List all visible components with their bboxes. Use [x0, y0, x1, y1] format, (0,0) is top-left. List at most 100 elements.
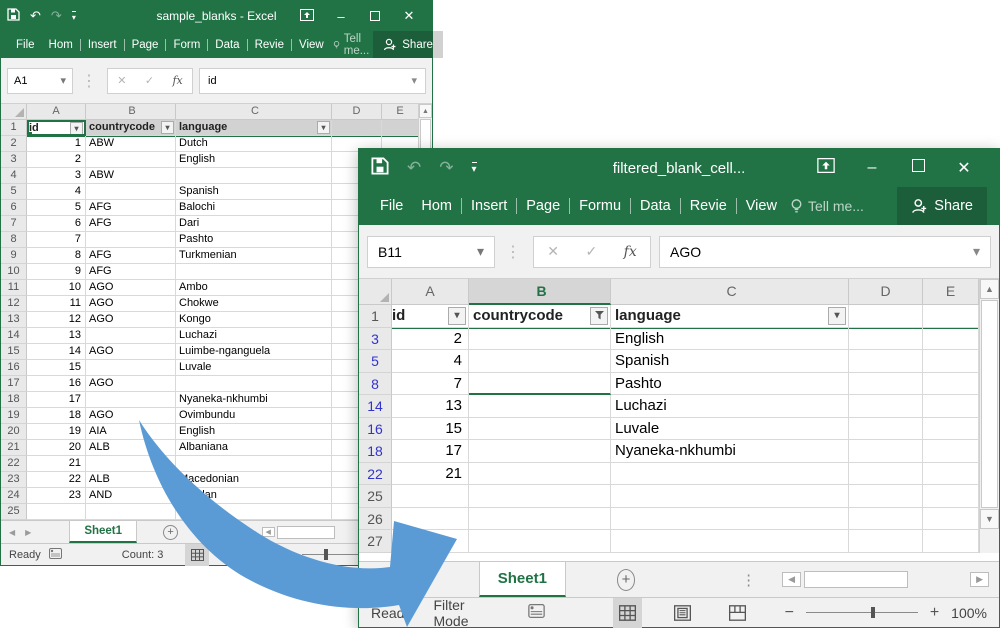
cell-a1[interactable]: id ▾ [392, 305, 469, 328]
minimize-button[interactable]: – [324, 9, 358, 24]
column-header-c[interactable]: C [176, 104, 332, 120]
filter-dropdown-icon[interactable]: ▾ [317, 121, 330, 134]
row-header[interactable]: 10 [1, 264, 27, 280]
cell[interactable] [86, 232, 176, 248]
formula-bar-expand-icon[interactable]: ▾ [411, 74, 417, 87]
cell[interactable] [923, 350, 979, 373]
cell[interactable] [611, 463, 849, 486]
cell[interactable]: Luvale [611, 418, 849, 441]
qat-customize-icon[interactable]: ▾ [72, 11, 76, 22]
row-header[interactable]: 3 [359, 328, 392, 351]
zoom-slider-handle[interactable] [871, 607, 875, 618]
cell[interactable]: Luvale [176, 360, 332, 376]
cell[interactable]: 10 [27, 280, 86, 296]
cell[interactable]: 21 [27, 456, 86, 472]
column-header-d[interactable]: D [332, 104, 382, 120]
select-all-corner[interactable] [359, 279, 392, 305]
column-header-d[interactable]: D [849, 279, 923, 305]
ribbon-tab-formu[interactable]: Formu [570, 198, 631, 214]
sheet-nav-left-icon[interactable]: ◀ [369, 574, 377, 585]
cell[interactable]: 7 [392, 373, 469, 396]
maximize-button[interactable] [358, 9, 392, 24]
cell[interactable] [923, 395, 979, 418]
cell[interactable] [923, 508, 979, 531]
ribbon-tab-revie[interactable]: Revie [248, 39, 292, 51]
share-button[interactable]: Share [897, 187, 987, 225]
formula-input[interactable]: AGO ▾ [659, 236, 991, 268]
cell[interactable]: 15 [27, 360, 86, 376]
row-header[interactable]: 3 [1, 152, 27, 168]
cell[interactable]: AGO [86, 280, 176, 296]
cell-d1[interactable] [332, 120, 382, 136]
cell[interactable]: 2 [392, 328, 469, 351]
cell-e1[interactable] [923, 305, 979, 328]
insert-function-icon[interactable]: fx [624, 244, 637, 260]
row-header[interactable]: 22 [359, 463, 392, 486]
cell[interactable]: 3 [27, 168, 86, 184]
cell[interactable] [923, 463, 979, 486]
zoom-slider[interactable] [302, 554, 358, 555]
zoom-slider[interactable] [806, 612, 918, 613]
cell[interactable] [923, 440, 979, 463]
cell[interactable] [849, 395, 923, 418]
row-header[interactable]: 24 [1, 488, 27, 504]
cell[interactable]: Turkmenian [176, 248, 332, 264]
row-header[interactable]: 15 [1, 344, 27, 360]
cell[interactable] [176, 456, 332, 472]
cell[interactable] [176, 504, 332, 520]
cell[interactable]: Catalan [176, 488, 332, 504]
ribbon-display-options-icon[interactable] [803, 158, 849, 178]
fill-handle[interactable] [27, 131, 33, 136]
normal-view-icon[interactable] [185, 544, 209, 566]
name-box[interactable]: A1 ▾ [7, 68, 73, 94]
cell[interactable] [849, 530, 923, 553]
row-header[interactable]: 25 [359, 485, 392, 508]
column-header-c[interactable]: C [611, 279, 849, 305]
cell[interactable]: 15 [392, 418, 469, 441]
cell[interactable] [469, 395, 611, 418]
cell[interactable] [469, 418, 611, 441]
cell[interactable] [611, 485, 849, 508]
undo-button[interactable]: ↶ [30, 8, 41, 24]
tell-me-box[interactable]: Tell me... [790, 198, 864, 215]
cell[interactable]: Pashto [176, 232, 332, 248]
cell[interactable]: English [176, 152, 332, 168]
cell[interactable]: 12 [27, 312, 86, 328]
cell[interactable] [469, 440, 611, 463]
cell[interactable] [849, 463, 923, 486]
row-header[interactable]: 23 [1, 472, 27, 488]
row-header[interactable]: 11 [1, 280, 27, 296]
cell[interactable]: 8 [27, 248, 86, 264]
cell[interactable] [469, 530, 611, 553]
row-header[interactable]: 5 [359, 350, 392, 373]
cell[interactable] [923, 485, 979, 508]
cell[interactable]: Macedonian [176, 472, 332, 488]
cell[interactable]: 13 [392, 395, 469, 418]
row-header[interactable]: 1 [359, 305, 392, 328]
cell[interactable]: 17 [392, 440, 469, 463]
cell[interactable] [923, 373, 979, 396]
save-icon[interactable] [371, 157, 389, 179]
cell[interactable]: Nyaneka-nkhumbi [611, 440, 849, 463]
cancel-formula-icon[interactable]: ✕ [117, 74, 126, 87]
column-header-e[interactable]: E [382, 104, 419, 120]
cell[interactable]: ABW [86, 136, 176, 152]
cell[interactable] [176, 168, 332, 184]
cell[interactable] [86, 152, 176, 168]
row-header[interactable]: 18 [1, 392, 27, 408]
scrollbar-thumb[interactable] [981, 300, 998, 508]
enter-formula-icon[interactable]: ✓ [585, 243, 597, 260]
cell[interactable]: ALB [86, 472, 176, 488]
cell[interactable] [86, 184, 176, 200]
cell[interactable]: Ovimbundu [176, 408, 332, 424]
cell[interactable] [849, 373, 923, 396]
row-header[interactable]: 5 [1, 184, 27, 200]
cell[interactable] [392, 530, 469, 553]
cell[interactable]: Ambo [176, 280, 332, 296]
tell-me-box[interactable]: Tell me... [333, 33, 374, 57]
cell[interactable]: ALB [86, 440, 176, 456]
add-sheet-button[interactable]: + [163, 525, 178, 540]
filter-applied-icon[interactable] [590, 307, 608, 325]
cell[interactable] [469, 328, 611, 351]
cell[interactable]: English [176, 424, 332, 440]
